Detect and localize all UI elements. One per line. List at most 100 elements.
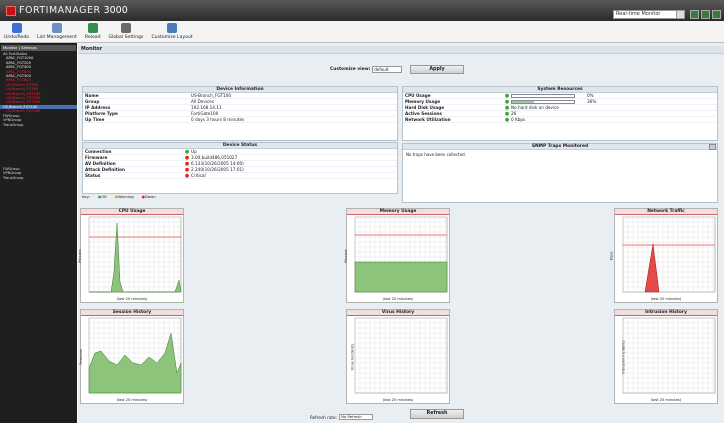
row-value: Up [191, 149, 197, 154]
chart-xlabel: (last 20 minutes) [116, 398, 148, 402]
row-value: 36% [587, 99, 597, 104]
toolbar-label: Undo/Redo [4, 35, 30, 40]
toolbar-label: Customize Layout [151, 35, 193, 40]
row-value: 2.240(10/26/2005 17:01) [191, 167, 244, 172]
device-status-panel: Device Status Connection ● Up Firmware ● 3.00… [82, 142, 398, 194]
chart-xlabel: (last 20 minutes) [382, 297, 414, 301]
chevron-down-icon [676, 11, 684, 18]
chart-plot [88, 216, 182, 293]
toolbar-icon [120, 23, 131, 33]
chart-xlabel: (last 20 minutes) [650, 297, 682, 301]
status-dot-icon: ● [184, 161, 190, 167]
chart-ylabel: Percent [343, 249, 348, 263]
row-value: 3.00,build486,051027 [191, 155, 238, 160]
row-value: FortiGate100 [191, 111, 219, 116]
info-row: Status ● Critical [83, 173, 397, 179]
row-key: Connection [85, 149, 112, 154]
row-key: Memory Usage [405, 99, 441, 104]
info-row: Up Time 0 days 3 hours 8 minutes [83, 117, 397, 123]
status-dot-icon [183, 111, 191, 116]
status-dot-icon: ● [184, 167, 190, 173]
row-value: 0 days 3 hours 8 minutes [191, 117, 245, 122]
chart-network-traffic: Network Traffic Kbps (last 20 minutes) [609, 208, 718, 303]
row-value: 0% [587, 93, 594, 98]
usage-bar [511, 94, 575, 98]
customize-row: Customize view: default [330, 66, 403, 73]
chart-plot [354, 216, 448, 293]
legend-item: Key: [82, 194, 90, 199]
status-dot-icon [183, 93, 191, 98]
app-version: 3000 [103, 5, 128, 16]
usage-bar [511, 100, 575, 104]
chart-xlabel: (last 20 minutes) [116, 297, 148, 301]
status-dot-icon: ● [184, 173, 190, 179]
status-dot-icon [183, 117, 191, 122]
status-dot-icon: ● [504, 99, 510, 105]
title-bar: FORTIMANAGER 3000 Real-time Monitor [0, 0, 724, 21]
sidebar-group-item[interactable]: TransGroup [0, 176, 77, 180]
toolbar-icon [87, 23, 98, 33]
snmp-traps-text: No traps have been collected. [406, 152, 466, 157]
row-key: Platform Type [85, 111, 118, 116]
legend-item: ●Down [141, 194, 156, 199]
device-tree: All FortiGates APAC_FGT100A APAC_FGT200 APA… [0, 52, 77, 180]
row-key: Network Utilization [405, 117, 451, 122]
row-key: IP Address [85, 105, 111, 110]
info-row: Network Utilization ● 0 Kbps [403, 117, 717, 123]
row-key: Up Time [85, 117, 105, 122]
chart-ylabel: Percent [77, 249, 82, 263]
toolbar-label: Global Settings [108, 35, 144, 40]
chart-ylabel: Kbps [609, 251, 614, 261]
toolbar: Undo/Redo List Management Reload Global Set… [0, 21, 724, 43]
chart-ylabel: Virus Incidents [350, 343, 355, 371]
sidebar-tabs[interactable]: Monitor | Settings [1, 45, 76, 51]
chart-memory-usage: Memory Usage Percent (last 20 minutes) [343, 208, 450, 303]
go-icon[interactable] [690, 10, 699, 19]
status-legend: Key: ●OK ●Warning ●Down [82, 193, 164, 200]
logout-icon[interactable] [712, 10, 721, 19]
app-logo: FORTIMANAGER 3000 [6, 4, 128, 17]
chart-virus-history: Virus History Virus Incidents (last 20 min… [346, 309, 450, 404]
chart-ylabel: Intrusion Incidents [621, 340, 626, 374]
toolbar-icon [167, 23, 178, 33]
row-value: US-Branch_FGT100 [191, 93, 232, 98]
status-dot-icon: ● [184, 149, 190, 155]
toolbar-button-global-settings[interactable]: Global Settings [108, 23, 144, 42]
row-value: 0 Kbps [511, 117, 526, 122]
chart-session-history: Session History Sessions (last 20 minutes) [78, 309, 184, 404]
mode-select[interactable]: Real-time Monitor [613, 10, 685, 19]
refresh-label: Refresh rate: [310, 414, 338, 420]
collapse-icon[interactable] [709, 144, 716, 150]
sidebar: Monitor | Settings All FortiGates APAC_FG… [0, 43, 77, 423]
apply-button[interactable]: Apply [410, 65, 464, 74]
refresh-button[interactable]: Refresh [410, 409, 464, 419]
row-key: Hard Disk Usage [405, 105, 445, 110]
toolbar-label: Reload [84, 35, 101, 40]
customize-label: Customize view: [330, 67, 371, 72]
chart-ylabel: Sessions [78, 349, 83, 365]
app-title: FORTIMANAGER [19, 5, 101, 16]
status-dot-icon: ● [504, 117, 510, 123]
status-dot-icon [183, 105, 191, 110]
chart-cpu-usage: CPU Usage Percent (last 20 minutes) [77, 208, 184, 303]
toolbar-button-list-management[interactable]: List Management [37, 23, 77, 42]
toolbar-icon [51, 23, 62, 33]
row-key: Attack Definition [85, 167, 125, 172]
refresh-row: Refresh rate: No Refresh [310, 414, 374, 420]
fortinet-logo-icon [6, 5, 16, 16]
toolbar-button-customize-layout[interactable]: Customize Layout [151, 23, 193, 42]
help-icon[interactable] [701, 10, 710, 19]
customize-view-select[interactable]: default [372, 66, 403, 73]
row-key: Group [85, 99, 100, 104]
chart-plot [622, 317, 716, 394]
device-information-panel: Device Information Name US-Branch_FGT100 G… [82, 86, 398, 141]
row-key: Active Sessions [405, 111, 442, 116]
row-key: CPU Usage [405, 93, 431, 98]
row-key: Status [85, 173, 101, 178]
page-title: Monitor [78, 46, 724, 54]
toolbar-button-reload[interactable]: Reload [85, 23, 101, 42]
refresh-rate-select[interactable]: No Refresh [339, 414, 374, 420]
status-dot-icon: ● [504, 93, 510, 99]
toolbar-button-undo-redo[interactable]: Undo/Redo [4, 23, 29, 42]
row-value: All Devices [191, 99, 215, 104]
